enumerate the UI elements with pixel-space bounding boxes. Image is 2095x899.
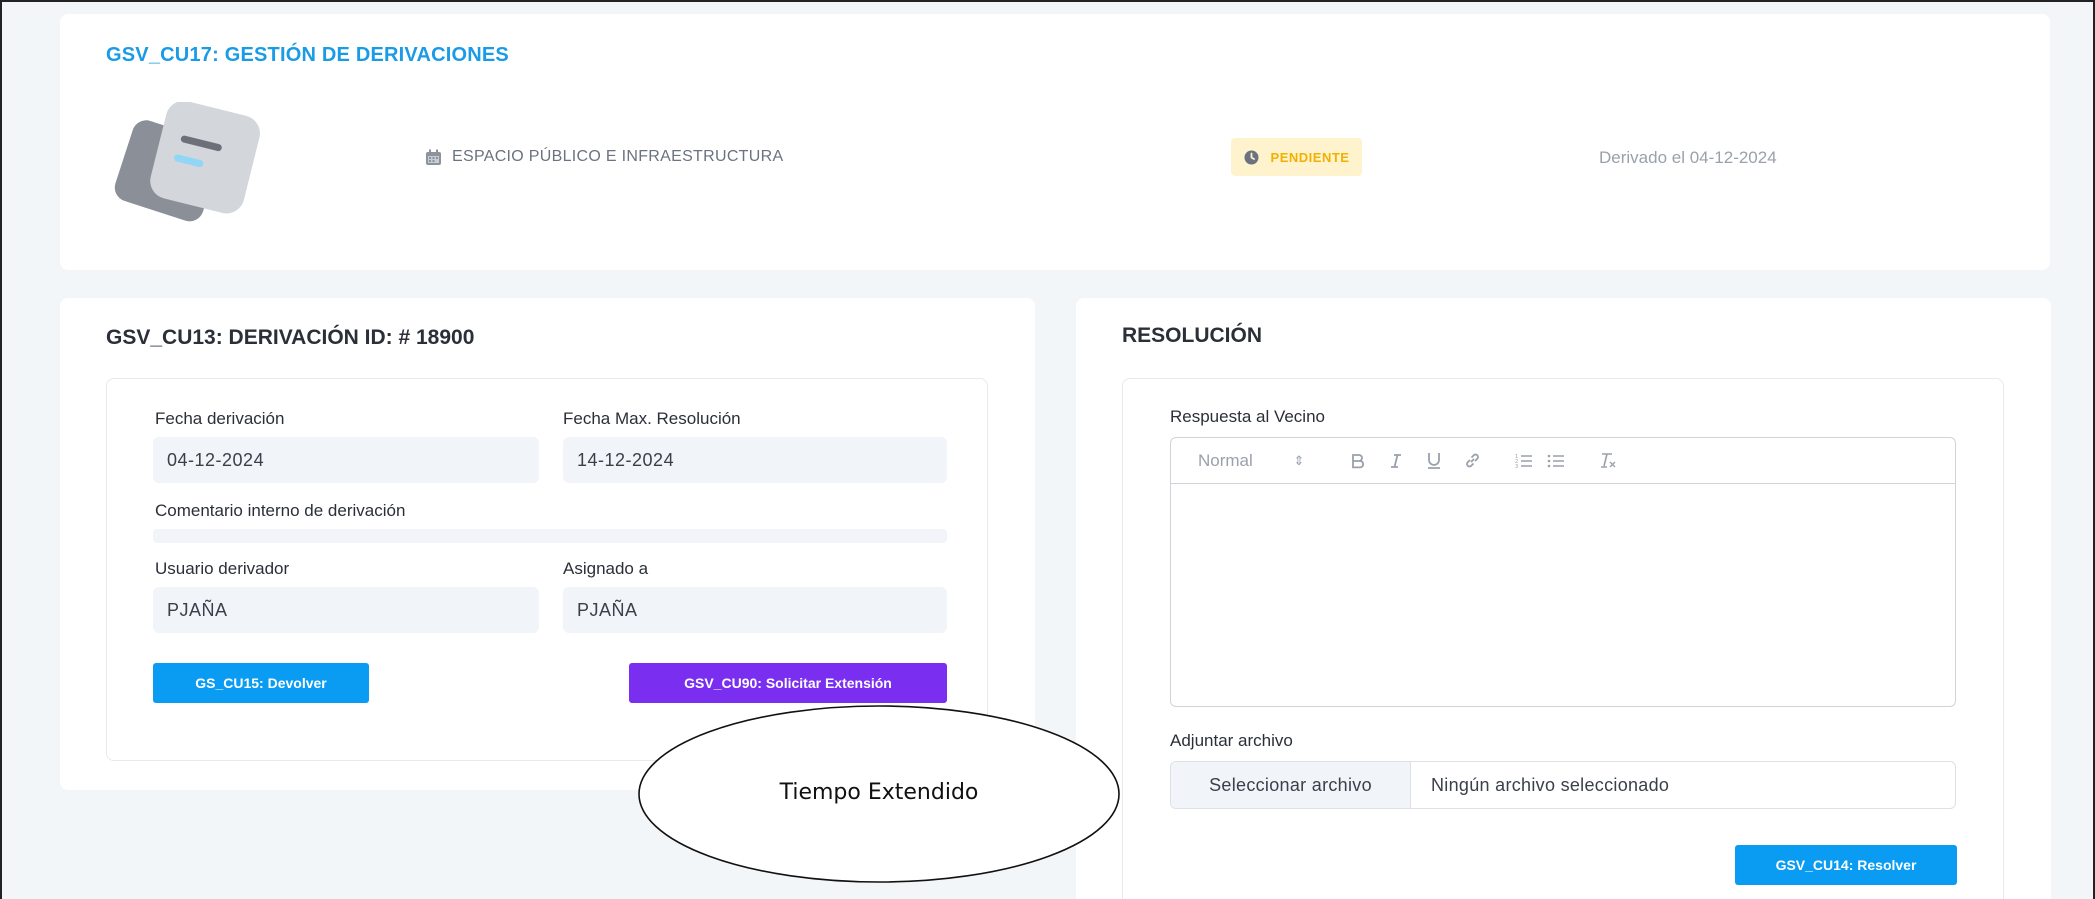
- bold-icon[interactable]: [1346, 453, 1370, 469]
- category-label: ESPACIO PÚBLICO E INFRAESTRUCTURA: [425, 148, 783, 166]
- asignado-field: PJAÑA: [563, 587, 947, 633]
- clear-format-icon[interactable]: [1596, 452, 1620, 469]
- respuesta-label: Respuesta al Vecino: [1170, 407, 1325, 426]
- page-title: GSV_CU17: GESTIÓN DE DERIVACIONES: [106, 44, 509, 66]
- solicitar-extension-button[interactable]: GSV_CU90: Solicitar Extensión: [629, 663, 947, 703]
- comentario-label: Comentario interno de derivación: [155, 501, 406, 520]
- bullet-list-icon[interactable]: [1544, 453, 1568, 469]
- asignado-label: Asignado a: [563, 559, 649, 578]
- link-icon[interactable]: [1460, 452, 1484, 469]
- status-badge: PENDIENTE: [1231, 138, 1362, 176]
- calendar-icon: [426, 149, 441, 165]
- resolution-card: RESOLUCIÓN Respuesta al Vecino Normal ⇕: [1076, 298, 2051, 899]
- document-icon: [114, 102, 260, 222]
- usuario-derivador-field: PJAÑA: [153, 587, 539, 633]
- italic-icon[interactable]: [1384, 453, 1408, 469]
- adjuntar-label: Adjuntar archivo: [1170, 731, 1293, 750]
- category-text: ESPACIO PÚBLICO E INFRAESTRUCTURA: [452, 148, 784, 165]
- status-text: PENDIENTE: [1270, 149, 1350, 165]
- select-file-button[interactable]: Seleccionar archivo: [1171, 762, 1411, 808]
- fecha-derivacion-field: 04-12-2024: [153, 437, 539, 483]
- annotation-label: Tiempo Extendido: [779, 780, 979, 805]
- underline-icon[interactable]: [1422, 452, 1446, 469]
- rich-text-editor: Normal ⇕ 123: [1170, 437, 1956, 707]
- format-select-arrows-icon[interactable]: ⇕: [1292, 453, 1306, 469]
- fecha-max-label: Fecha Max. Resolución: [563, 409, 741, 428]
- devolver-button[interactable]: GS_CU15: Devolver: [153, 663, 369, 703]
- ordered-list-icon[interactable]: 123: [1512, 453, 1536, 469]
- resolution-form: Respuesta al Vecino Normal ⇕ 123 Adjunta…: [1122, 378, 2004, 899]
- derivation-title: GSV_CU13: DERIVACIÓN ID: # 18900: [106, 326, 475, 349]
- fecha-derivacion-label: Fecha derivación: [155, 409, 285, 428]
- comentario-field: [153, 529, 947, 543]
- file-input[interactable]: Seleccionar archivo Ningún archivo selec…: [1170, 761, 1956, 809]
- derived-date: Derivado el 04-12-2024: [1599, 148, 1777, 167]
- fecha-max-field: 14-12-2024: [563, 437, 947, 483]
- case-header-card: GSV_CU17: GESTIÓN DE DERIVACIONES ESPACI…: [60, 14, 2050, 270]
- resolution-title: RESOLUCIÓN: [1122, 324, 1263, 347]
- clock-icon: [1244, 150, 1259, 164]
- file-status-text: Ningún archivo seleccionado: [1431, 774, 1670, 795]
- svg-text:3: 3: [1515, 464, 1518, 469]
- resolver-button[interactable]: GSV_CU14: Resolver: [1735, 845, 1957, 885]
- usuario-derivador-label: Usuario derivador: [155, 559, 290, 578]
- editor-content-area[interactable]: [1171, 484, 1955, 706]
- editor-toolbar: Normal ⇕ 123: [1171, 438, 1955, 484]
- format-select[interactable]: Normal: [1198, 451, 1262, 471]
